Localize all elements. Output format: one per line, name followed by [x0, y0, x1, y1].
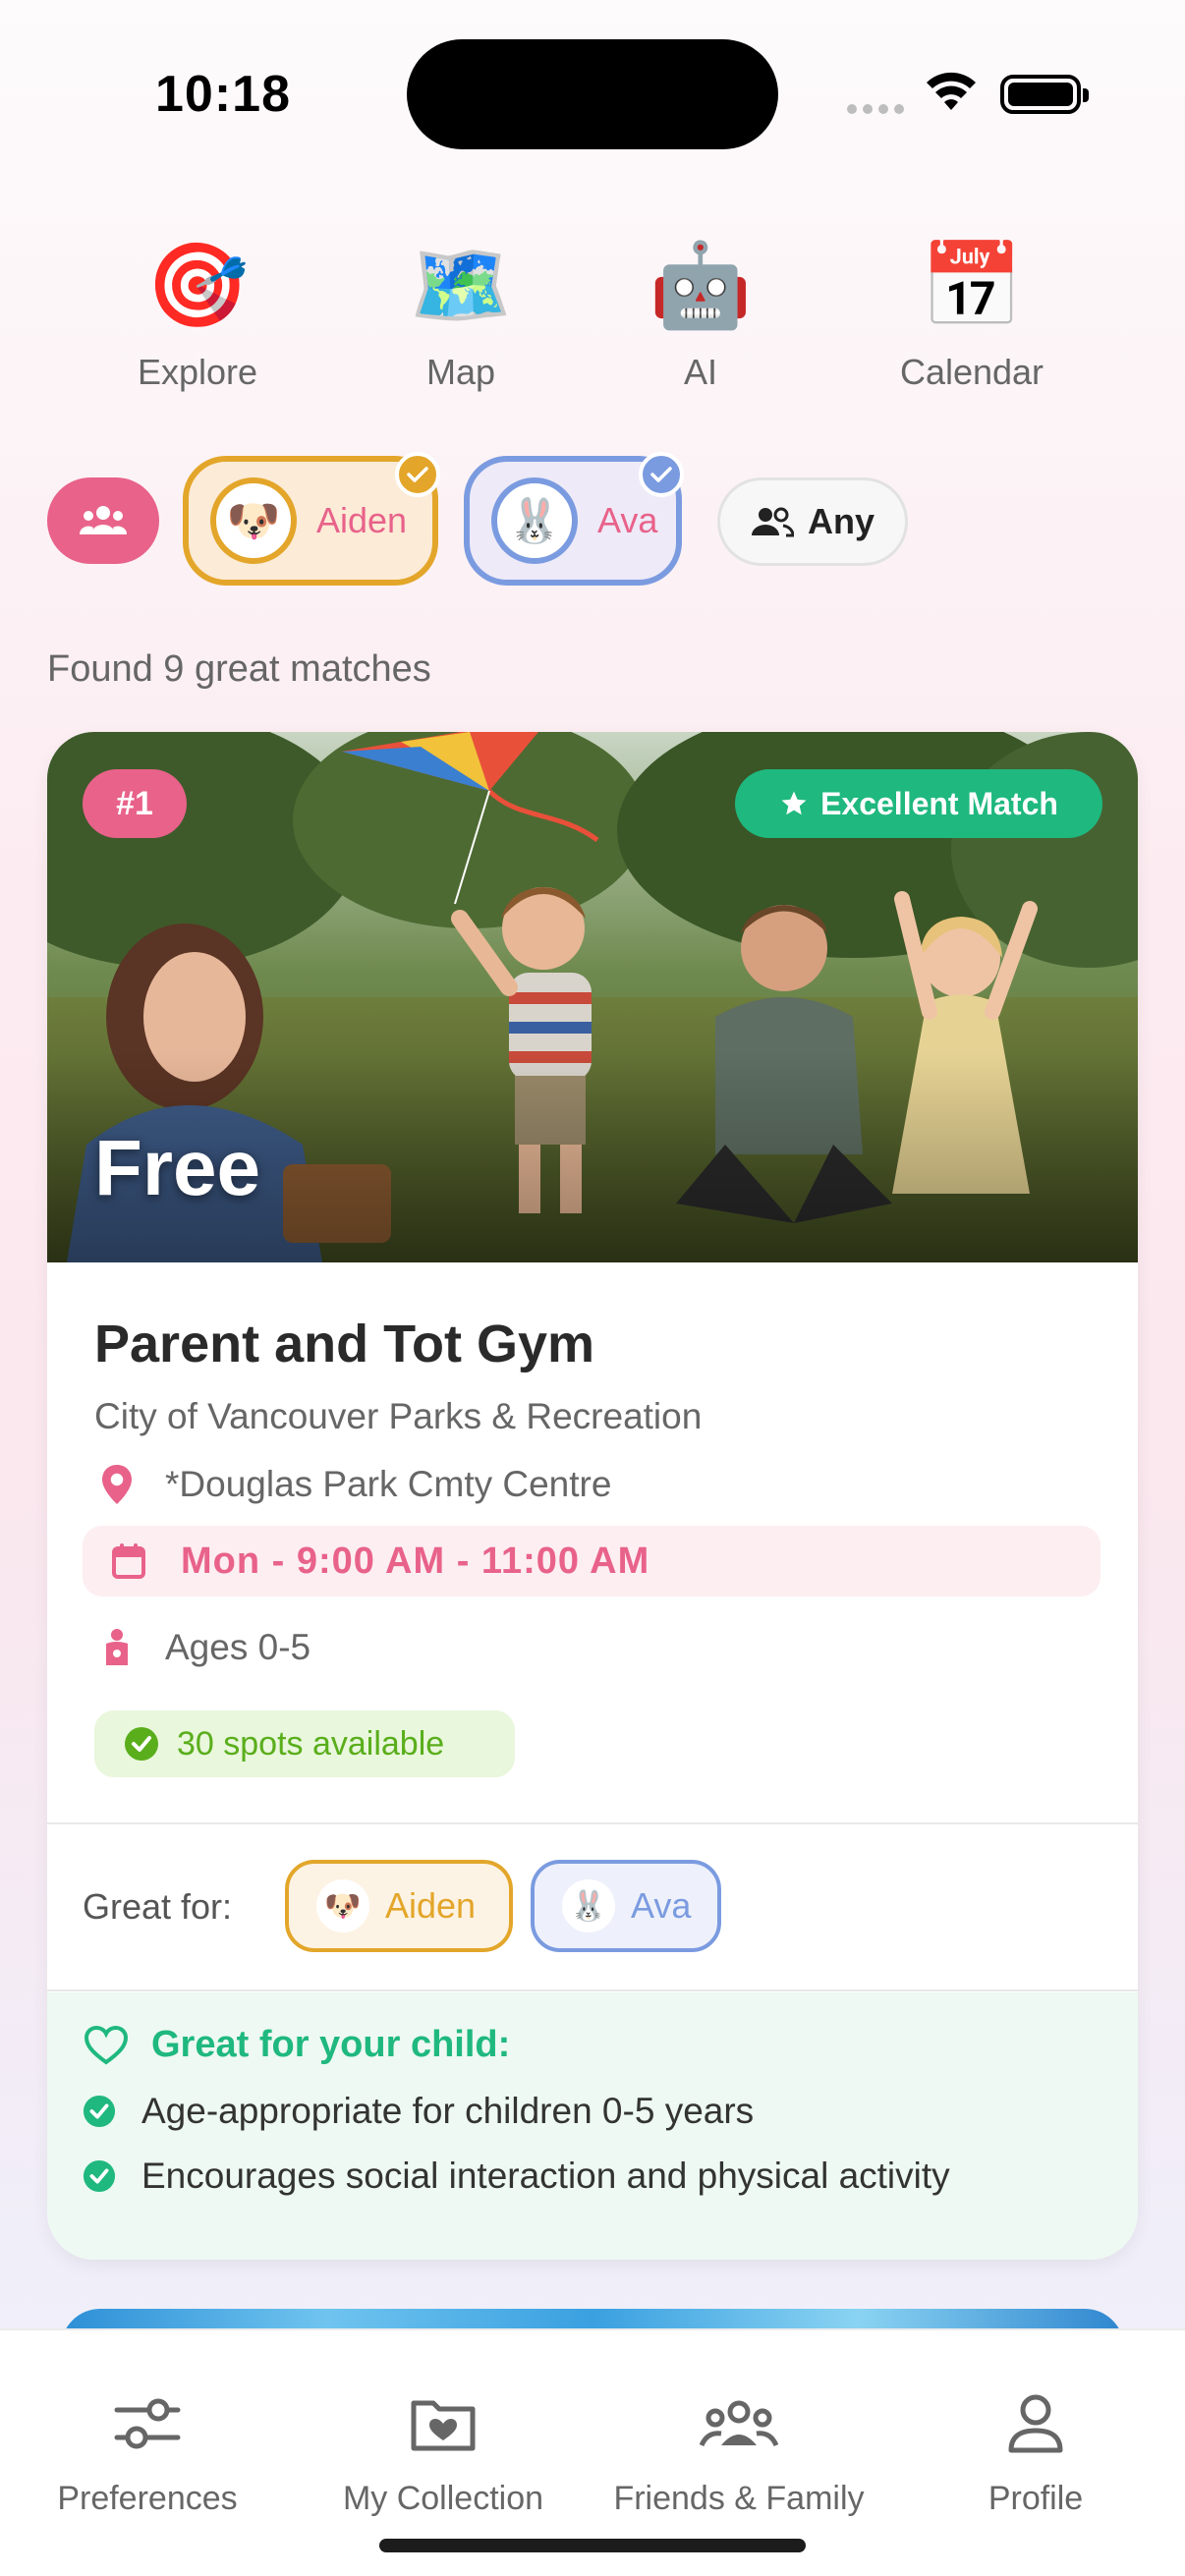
schedule-text: Mon - 9:00 AM - 11:00 AM: [181, 1540, 650, 1582]
people-group-icon: [79, 506, 128, 534]
all-children-button[interactable]: [47, 477, 159, 564]
benefit-text: Age-appropriate for children 0-5 years: [141, 2091, 755, 2131]
child-chip-aiden[interactable]: 🐶 Aiden: [183, 452, 440, 586]
people-group-icon: [700, 2400, 778, 2447]
world-map-icon: 🗺️: [409, 239, 513, 331]
check-icon: [639, 452, 684, 497]
location-row: *Douglas Park Cmty Centre: [94, 1455, 611, 1514]
any-label: Any: [807, 501, 875, 541]
location-pin-icon: [102, 1465, 132, 1504]
robot-icon: 🤖: [649, 239, 753, 331]
tab-label: Friends & Family: [613, 2480, 865, 2517]
benefit-item: Encourages social interaction and physic…: [83, 2156, 950, 2197]
benefit-text: Encourages social interaction and physic…: [141, 2156, 950, 2196]
divider: [47, 1822, 1138, 1824]
tab-label: Preferences: [57, 2480, 238, 2517]
spots-badge: 30 spots available: [94, 1710, 515, 1777]
wifi-icon: [927, 72, 976, 110]
great-for-chip-ava: 🐰 Ava: [531, 1860, 721, 1952]
calendar-icon: [112, 1543, 145, 1579]
child-name: Aiden: [316, 500, 408, 540]
tab-label: My Collection: [342, 2480, 544, 2517]
avatar: 🐶: [210, 477, 297, 564]
check-circle-icon: [125, 1727, 158, 1761]
tab-friends-family[interactable]: Friends & Family: [592, 2389, 886, 2518]
top-nav: 🎯 Explore 🗺️ Map 🤖 AI 📅 Calendar: [0, 236, 1185, 403]
activity-title: Parent and Tot Gym: [94, 1315, 595, 1373]
child-icon: [106, 1629, 128, 1665]
check-circle-icon: [83, 2095, 116, 2128]
nav-calendar[interactable]: 📅 Calendar: [854, 236, 1090, 393]
price-label: Free: [94, 1124, 260, 1211]
avatar: 🐰: [562, 1879, 615, 1932]
star-icon: [781, 791, 807, 815]
benefits-header: Great for your child:: [85, 2024, 510, 2066]
nav-ai-label: AI: [683, 352, 717, 392]
child-chip-ava[interactable]: 🐰 Ava: [464, 452, 684, 586]
any-child-button[interactable]: Any: [717, 477, 908, 566]
people-icon: [751, 507, 794, 537]
sliders-icon: [114, 2398, 181, 2449]
dart-target-icon: 🎯: [145, 239, 250, 331]
avatar: 🐶: [316, 1879, 369, 1932]
location-text: *Douglas Park Cmty Centre: [165, 1464, 612, 1504]
home-indicator: [379, 2539, 806, 2552]
heart-icon: [85, 2025, 128, 2064]
nav-ai[interactable]: 🤖 AI: [583, 236, 818, 393]
nav-calendar-label: Calendar: [899, 352, 1044, 392]
calendar-icon: 📅: [920, 239, 1024, 331]
tab-preferences[interactable]: Preferences: [0, 2389, 295, 2518]
nav-explore-label: Explore: [137, 352, 258, 392]
benefits-title: Great for your child:: [151, 2024, 511, 2065]
activity-provider: City of Vancouver Parks & Recreation: [94, 1396, 703, 1436]
great-for-label: Great for:: [83, 1886, 233, 1927]
avatar: 🐰: [491, 477, 578, 564]
check-circle-icon: [83, 2159, 116, 2193]
benefits-section: Great for your child: Age-appropriate fo…: [47, 1992, 1138, 2260]
child-name: Ava: [597, 500, 658, 540]
tab-my-collection[interactable]: My Collection: [296, 2389, 591, 2518]
ages-row: Ages 0-5: [94, 1618, 310, 1677]
battery-icon: [1000, 75, 1089, 114]
person-icon: [1008, 2394, 1063, 2453]
nav-explore[interactable]: 🎯 Explore: [80, 236, 315, 393]
rank-badge: #1: [83, 769, 187, 838]
ages-text: Ages 0-5: [165, 1627, 311, 1667]
divider: [47, 1989, 1138, 1991]
signal-dots-icon: [847, 104, 904, 114]
results-count: Found 9 great matches: [47, 648, 431, 690]
check-icon: [395, 452, 440, 497]
great-for-name: Ava: [631, 1885, 692, 1926]
tab-label: Profile: [988, 2480, 1084, 2517]
nav-map[interactable]: 🗺️ Map: [343, 236, 579, 393]
great-for-chip-aiden: 🐶 Aiden: [285, 1860, 513, 1952]
activity-photo: #1 Excellent Match Free: [47, 732, 1138, 1262]
child-filter-row: 🐶 Aiden 🐰 Ava Any: [0, 452, 1185, 591]
match-label: Excellent Match: [820, 785, 1058, 821]
benefit-item: Age-appropriate for children 0-5 years: [83, 2091, 754, 2132]
match-badge: Excellent Match: [735, 769, 1102, 838]
dynamic-island: [407, 39, 778, 149]
status-time: 10:18: [155, 66, 291, 123]
spots-text: 30 spots available: [177, 1724, 445, 1763]
tab-profile[interactable]: Profile: [888, 2389, 1183, 2518]
great-for-name: Aiden: [385, 1885, 477, 1926]
nav-map-label: Map: [425, 352, 496, 392]
folder-heart-icon: [411, 2400, 476, 2451]
schedule-row: Mon - 9:00 AM - 11:00 AM: [83, 1526, 1100, 1596]
status-bar: 10:18: [0, 0, 1185, 196]
activity-card[interactable]: #1 Excellent Match Free Parent and Tot G…: [47, 732, 1138, 2260]
